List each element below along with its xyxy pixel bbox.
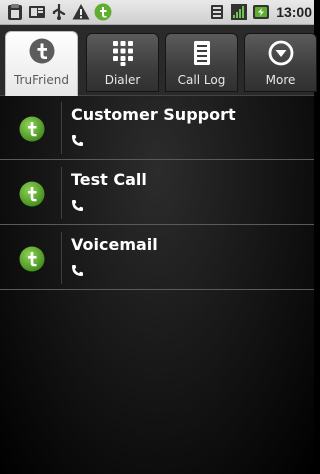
row-divider (61, 167, 62, 219)
trufriend-avatar-icon (19, 246, 45, 272)
tab-label: Dialer (104, 73, 141, 87)
contact-name: Customer Support (71, 105, 236, 124)
trufriend-logo-icon (29, 38, 54, 64)
signal-icon (231, 4, 248, 20)
dialpad-icon (112, 41, 133, 66)
trufriend-notification-icon (94, 3, 112, 21)
phone-icon (72, 265, 83, 276)
tab-dialer[interactable]: Dialer (86, 33, 159, 92)
list-item[interactable]: Voicemail (0, 226, 314, 290)
tab-call-log[interactable]: Call Log (165, 33, 238, 92)
system-icons: 13:00 (208, 3, 312, 21)
trufriend-avatar-icon (19, 181, 45, 207)
tab-label: More (265, 73, 296, 87)
notification-icons (6, 3, 112, 21)
trufriend-avatar-icon (19, 116, 45, 142)
list-item[interactable]: Customer Support (0, 96, 314, 160)
contact-list: Customer Support Test Call Voicemail (0, 96, 314, 474)
contact-name: Voicemail (71, 235, 158, 254)
tab-more[interactable]: More (244, 33, 317, 92)
tab-label: TruFriend (13, 73, 69, 87)
warning-icon (72, 4, 90, 20)
row-divider (61, 102, 62, 154)
tab-trufriend[interactable]: TruFriend (5, 31, 78, 96)
sd-card-icon (29, 6, 45, 18)
clock: 13:00 (276, 4, 312, 20)
phone-icon (72, 200, 83, 211)
list-item[interactable]: Test Call (0, 161, 314, 225)
status-bar: 13:00 (0, 0, 314, 25)
call-log-icon (193, 41, 210, 65)
more-icon (268, 40, 293, 66)
tab-bar: TruFriend Dialer Call Log More (0, 25, 317, 96)
row-divider (61, 232, 62, 284)
usb-icon (52, 4, 66, 20)
phone-icon (72, 135, 83, 146)
battery-icon (253, 5, 270, 19)
tab-label: Call Log (177, 73, 226, 87)
contact-name: Test Call (71, 170, 147, 189)
wifi-icon (211, 5, 224, 19)
clipboard-icon (8, 4, 22, 20)
